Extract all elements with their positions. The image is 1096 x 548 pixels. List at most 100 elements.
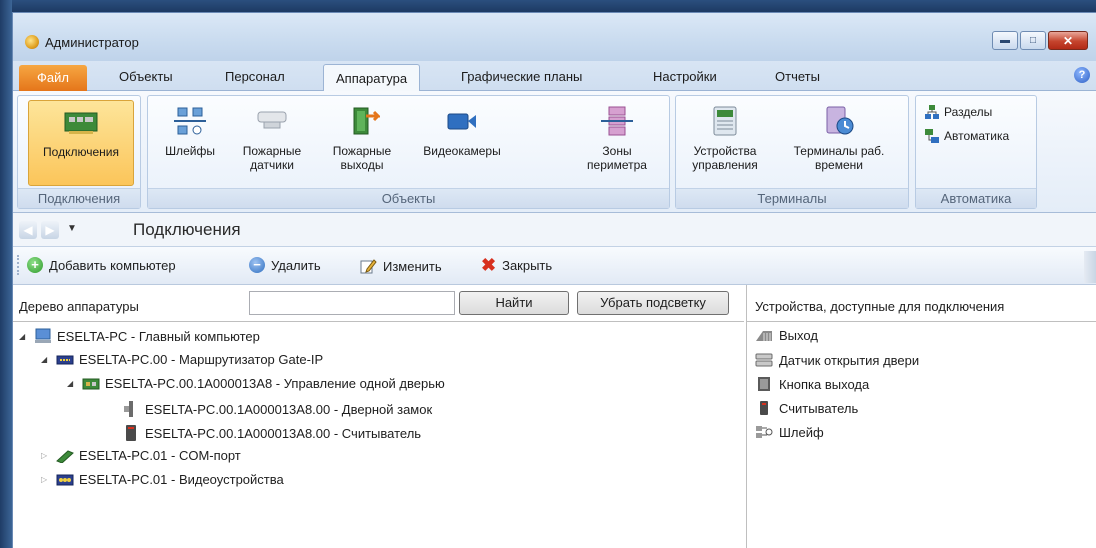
hardware-tree: ◢ ESELTA-PC - Главный компьютер ◢ ESELTA… [13,321,744,548]
tree-node-door-lock[interactable]: ESELTA-PC.00.1A000013A8.00 - Дверной зам… [107,400,432,418]
fire-detectors-button[interactable]: Пожарные датчики [234,100,310,186]
time-terminals-button[interactable]: Терминалы раб. времени [776,100,902,186]
title-bar[interactable]: Администратор ▬ □ ✕ [13,13,1096,61]
tab-personnel[interactable]: Персонал [225,69,285,84]
tree-node-label: ESELTA-PC.00.1A000013A8.00 - Считыватель [145,425,422,441]
tree-node-com-port[interactable]: ▷ ESELTA-PC.01 - COM-порт [41,448,241,463]
video-devices-icon [56,474,74,485]
find-button[interactable]: Найти [459,291,569,315]
device-label: Кнопка выхода [779,376,870,392]
clear-highlight-button[interactable]: Убрать подсветку [577,291,729,315]
tree-node-label: ESELTA-PC.01 - Видеоустройства [79,472,284,487]
group-automation-label: Автоматика [916,188,1036,208]
tab-settings[interactable]: Настройки [653,69,717,84]
toolbar: + Добавить компьютер − Удалить Изменить … [13,247,1096,285]
delete-button[interactable]: − Удалить [249,257,321,273]
tree-node-door-controller[interactable]: ◢ ESELTA-PC.00.1A000013A8 - Управление о… [67,376,445,391]
tree-node-video-devices[interactable]: ▷ ESELTA-PC.01 - Видеоустройства [41,472,284,487]
cameras-button[interactable]: Видеокамеры [414,100,510,186]
device-exit-button[interactable]: Кнопка выхода [755,376,869,392]
search-input[interactable] [249,291,455,315]
desktop-left-strip [0,0,12,548]
network-card-icon [64,112,98,134]
expanded-arrow-icon[interactable]: ◢ [41,355,51,364]
tree-node-main-computer[interactable]: ◢ ESELTA-PC - Главный компьютер [19,328,260,344]
tree-node-label: ESELTA-PC.00 - Маршрутизатор Gate-IP [79,352,324,367]
fire-exits-label-2: выходы [340,158,384,172]
router-icon [56,355,74,364]
fire-exit-icon [353,107,380,135]
help-icon[interactable]: ? [1074,67,1090,83]
tree-node-label: ESELTA-PC - Главный компьютер [57,328,260,344]
history-dropdown-icon[interactable]: ▼ [67,223,77,234]
group-connections: Подключения Подключения [17,95,141,209]
toolbar-overflow[interactable] [1084,251,1096,283]
tab-graphic-plans[interactable]: Графические планы [461,69,582,84]
device-exit[interactable]: Выход [755,328,818,343]
device-loop[interactable]: Шлейф [755,424,824,440]
automation-button[interactable]: Автоматика [924,128,1009,144]
device-label: Выход [779,328,818,343]
loops-icon [174,107,206,135]
tree-label: Дерево аппаратуры [19,299,139,314]
edit-button[interactable]: Изменить [359,257,442,275]
cameras-button-label: Видеокамеры [423,144,501,158]
card-reader-icon [126,425,136,441]
smoke-detector-icon [257,111,287,129]
close-window-button[interactable]: ✕ [1048,31,1088,50]
delete-label: Удалить [271,257,321,273]
control-devices-button[interactable]: Устройства управления [680,100,770,186]
minimize-button[interactable]: ▬ [992,31,1018,50]
device-door-sensor[interactable]: Датчик открытия двери [755,352,919,368]
control-devices-label-1: Устройства [693,144,757,158]
close-button[interactable]: ✖ Закрыть [481,256,553,274]
control-devices-label-2: управления [692,158,758,172]
device-label: Шлейф [779,424,824,440]
expanded-arrow-icon[interactable]: ◢ [19,332,29,341]
sections-button[interactable]: Разделы [924,104,992,120]
collapsed-arrow-icon[interactable]: ▷ [41,451,51,460]
tab-reports[interactable]: Отчеты [775,69,820,84]
fire-detectors-label-2: датчики [250,158,294,172]
controller-board-icon [82,378,100,389]
fire-exits-label-1: Пожарные [332,144,392,158]
available-devices-pane: Устройства, доступные для подключения Вы… [746,285,1096,548]
device-reader[interactable]: Считыватель [755,400,858,416]
back-arrow-icon[interactable]: ◀ [19,221,37,239]
group-terminals-label: Терминалы [676,188,908,208]
time-terminals-label-1: Терминалы раб. [793,144,885,158]
close-label: Закрыть [502,257,553,273]
loops-button[interactable]: Шлейфы [162,100,218,186]
connections-button[interactable]: Подключения [28,100,134,186]
available-devices-header: Устройства, доступные для подключения [755,299,1005,314]
tree-node-router[interactable]: ◢ ESELTA-PC.00 - Маршрутизатор Gate-IP [41,352,323,367]
perimeter-label-2: периметра [587,158,647,172]
loop-icon [756,426,773,438]
group-terminals: Устройства управления Терминалы раб. вре… [675,95,909,209]
add-computer-label: Добавить компьютер [49,257,176,273]
tree-node-card-reader[interactable]: ESELTA-PC.00.1A000013A8.00 - Считыватель [107,424,421,442]
perimeter-zones-icon [601,106,633,136]
tab-hardware[interactable]: Аппаратура [323,64,421,92]
hardware-tree-pane: Дерево аппаратуры Найти Убрать подсветку… [13,285,744,548]
group-objects-label: Объекты [148,188,669,208]
collapsed-arrow-icon[interactable]: ▷ [41,475,51,484]
perimeter-label-1: Зоны [602,144,632,158]
fire-exits-button[interactable]: Пожарные выходы [324,100,400,186]
loops-button-label: Шлейфы [165,144,215,158]
add-computer-button[interactable]: + Добавить компьютер [27,257,176,273]
maximize-button[interactable]: □ [1020,31,1046,50]
device-label: Считыватель [779,400,859,416]
exit-button-icon [758,377,770,391]
forward-arrow-icon[interactable]: ▶ [41,221,59,239]
expanded-arrow-icon[interactable]: ◢ [67,379,77,388]
tab-objects[interactable]: Объекты [119,69,173,84]
tab-file[interactable]: Файл [19,65,87,91]
time-terminal-icon [826,106,854,135]
group-connections-label: Подключения [18,188,140,208]
window-title: Администратор [45,35,139,50]
control-device-icon [713,106,737,136]
perimeter-zones-button[interactable]: Зоны периметра [574,100,660,186]
time-terminals-label-2: времени [815,158,863,172]
automation-icon [925,129,939,143]
